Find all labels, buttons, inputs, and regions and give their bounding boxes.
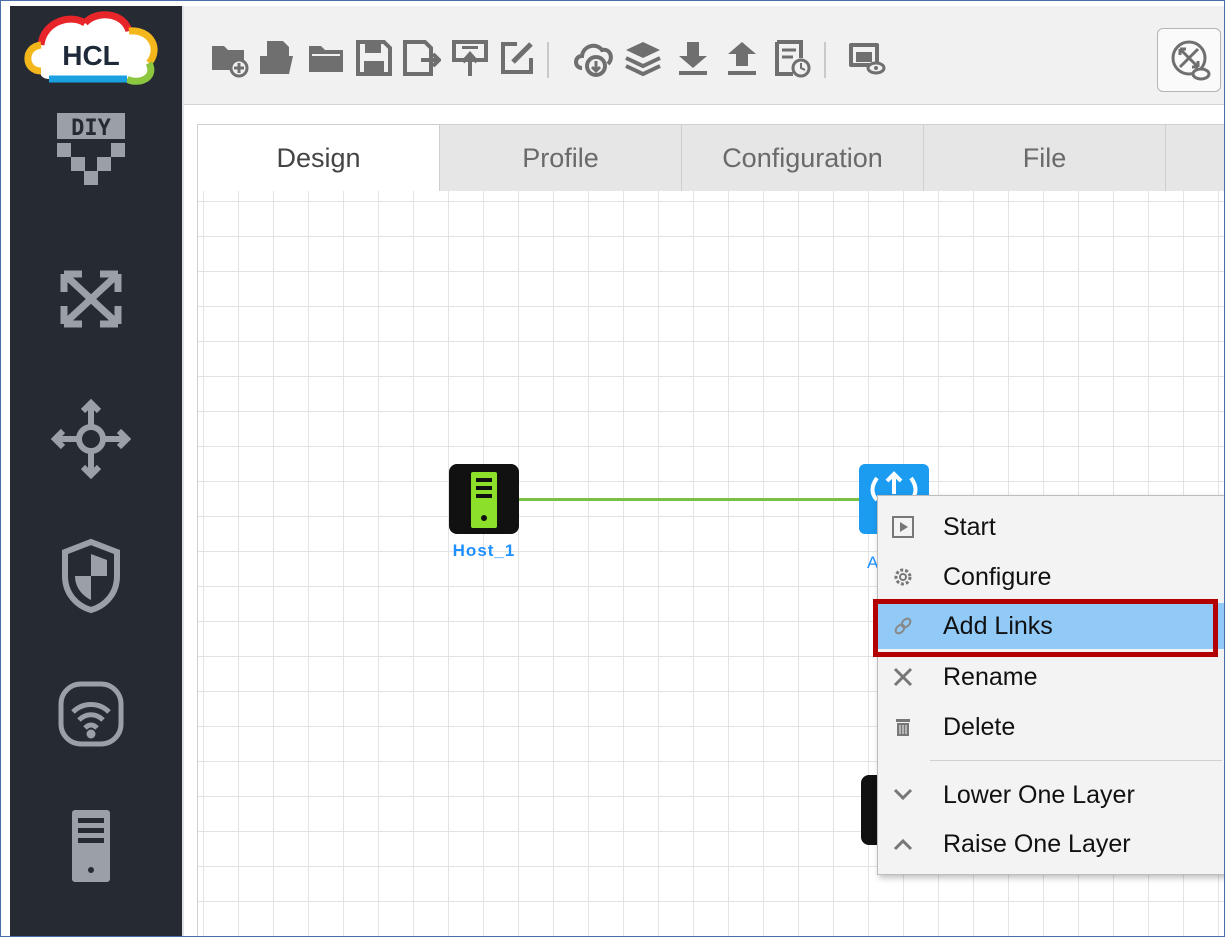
chevron-up-icon (878, 833, 928, 855)
cloud-upload-icon[interactable] (572, 36, 616, 80)
play-icon (878, 516, 928, 538)
diy-icon[interactable]: DIY (51, 113, 131, 196)
open-folder-icon[interactable] (304, 36, 348, 80)
menu-item-label: Raise One Layer (943, 829, 1131, 858)
tab-design[interactable]: Design (197, 125, 440, 191)
topology-icon (1167, 38, 1211, 86)
app-window: HCL DIY Design Profile Configuration Fil… (0, 0, 1225, 937)
menu-item-start[interactable]: Start (878, 504, 1224, 550)
gear-icon (878, 566, 928, 588)
menu-separator (930, 760, 1222, 761)
menu-item-delete[interactable]: Delete (878, 704, 1224, 750)
host-label: Host_1 (452, 541, 516, 560)
hcl-logo: HCL (19, 9, 165, 93)
menu-item-label: Rename (943, 662, 1038, 691)
server-icon (471, 472, 497, 528)
rename-icon (878, 666, 928, 688)
menu-item-label: Lower One Layer (943, 780, 1135, 809)
upload-icon[interactable] (720, 36, 764, 80)
layers-icon[interactable] (621, 36, 665, 80)
edit-icon[interactable] (495, 36, 539, 80)
new-folder-icon[interactable] (207, 36, 251, 80)
menu-item-label: Delete (943, 712, 1016, 741)
menu-item-label: Configure (943, 562, 1052, 591)
menu-item-label: Start (943, 512, 996, 541)
chevron-down-icon (878, 784, 928, 806)
shield-icon[interactable] (51, 536, 131, 616)
open-file-icon[interactable] (255, 36, 299, 80)
tab-bar: Design Profile Configuration File (197, 124, 1224, 192)
annotation-highlight-box (873, 599, 1218, 657)
tab-profile[interactable]: Profile (440, 125, 682, 191)
network-link[interactable] (519, 498, 861, 501)
preview-icon[interactable] (844, 36, 888, 80)
context-menu: Start Configure Add Links Rename Delete (877, 495, 1224, 875)
export-icon[interactable] (448, 36, 492, 80)
topology-button[interactable] (1157, 28, 1221, 92)
diy-label: DIY (71, 116, 111, 141)
save-icon[interactable] (352, 36, 396, 80)
sidebar-divider (182, 6, 184, 936)
trash-icon (878, 716, 928, 738)
switch-arrows-icon[interactable] (51, 259, 131, 339)
menu-item-lower-one-layer[interactable]: Lower One Layer (878, 772, 1224, 818)
tab-file[interactable]: File (924, 125, 1166, 191)
logo-text: HCL (62, 40, 120, 71)
history-icon[interactable] (769, 36, 813, 80)
download-icon[interactable] (671, 36, 715, 80)
host-node[interactable] (449, 464, 519, 534)
main-toolbar (184, 6, 1224, 105)
server-icon[interactable] (51, 806, 131, 886)
menu-item-rename[interactable]: Rename (878, 654, 1224, 700)
move-arrows-icon[interactable] (51, 399, 131, 479)
save-as-icon[interactable] (399, 36, 443, 80)
wifi-icon[interactable] (51, 674, 131, 754)
menu-item-configure[interactable]: Configure (878, 554, 1224, 600)
menu-item-raise-one-layer[interactable]: Raise One Layer (878, 821, 1224, 867)
tab-configuration[interactable]: Configuration (682, 125, 924, 191)
